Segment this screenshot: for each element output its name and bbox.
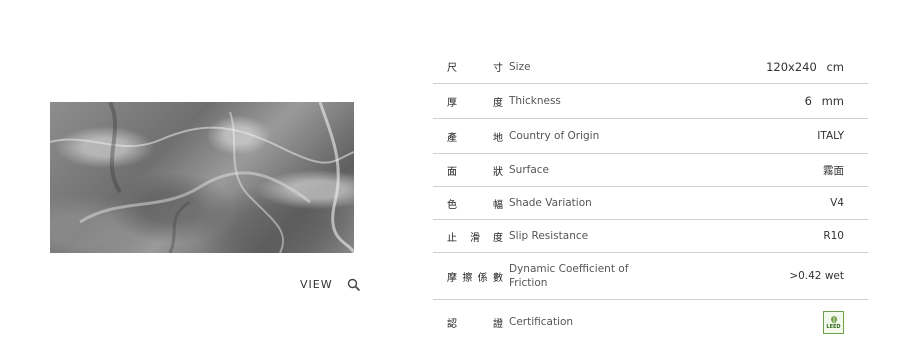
spec-en-label: Slip Resistance: [509, 230, 589, 242]
search-icon: [347, 278, 360, 291]
view-button[interactable]: VIEW: [300, 276, 360, 292]
spec-en-label: Surface: [509, 164, 550, 176]
spec-en-label: Thickness: [509, 95, 561, 107]
spec-en-label: Country of Origin: [509, 130, 600, 142]
spec-value: 霧面: [823, 164, 844, 177]
spec-row-certification: 認證 Certification LEED: [433, 300, 868, 344]
product-image[interactable]: [50, 102, 354, 253]
spec-zh-label: 面狀: [447, 166, 503, 178]
spec-row-friction: 摩擦係數 Dynamic Coefficient of Friction >0.…: [433, 253, 868, 300]
spec-en-label: Certification: [509, 316, 574, 328]
spec-zh-label: 產地: [447, 132, 503, 144]
spec-row-size: 尺寸 Size 120x240 cm: [433, 50, 868, 84]
leed-text: LEED: [826, 323, 841, 330]
spec-zh-label: 厚度: [447, 97, 503, 109]
spec-en-label: Size: [509, 60, 531, 73]
marble-veins: [50, 102, 354, 253]
leed-leaf-icon: [830, 315, 837, 324]
spec-value: ITALY: [817, 130, 844, 142]
spec-table: 尺寸 Size 120x240 cm 厚度 Thickness 6 mm 產地 …: [433, 50, 868, 344]
spec-zh-label: 止滑度: [447, 232, 503, 244]
spec-zh-label: 尺寸: [447, 63, 503, 74]
spec-zh-label: 摩擦係數: [447, 272, 503, 284]
view-label: VIEW: [300, 277, 333, 291]
spec-row-shade: 色幅 Shade Variation V4: [433, 187, 868, 220]
spec-row-country: 產地 Country of Origin ITALY: [433, 119, 868, 154]
spec-en-label: Dynamic Coefficient of Friction: [509, 263, 629, 289]
spec-value: 6 mm: [804, 94, 844, 108]
spec-row-slip: 止滑度 Slip Resistance R10: [433, 220, 868, 253]
leed-badge: LEED: [823, 310, 844, 334]
spec-en-label: Shade Variation: [509, 197, 592, 209]
spec-value: 120x240 cm: [766, 59, 844, 74]
spec-value: V4: [830, 197, 844, 209]
spec-row-surface: 面狀 Surface 霧面: [433, 154, 868, 187]
spec-value: >0.42 wet: [789, 270, 844, 282]
spec-row-thickness: 厚度 Thickness 6 mm: [433, 84, 868, 119]
spec-value: R10: [823, 230, 844, 242]
spec-zh-label: 認證: [447, 318, 503, 330]
spec-zh-label: 色幅: [447, 199, 503, 211]
